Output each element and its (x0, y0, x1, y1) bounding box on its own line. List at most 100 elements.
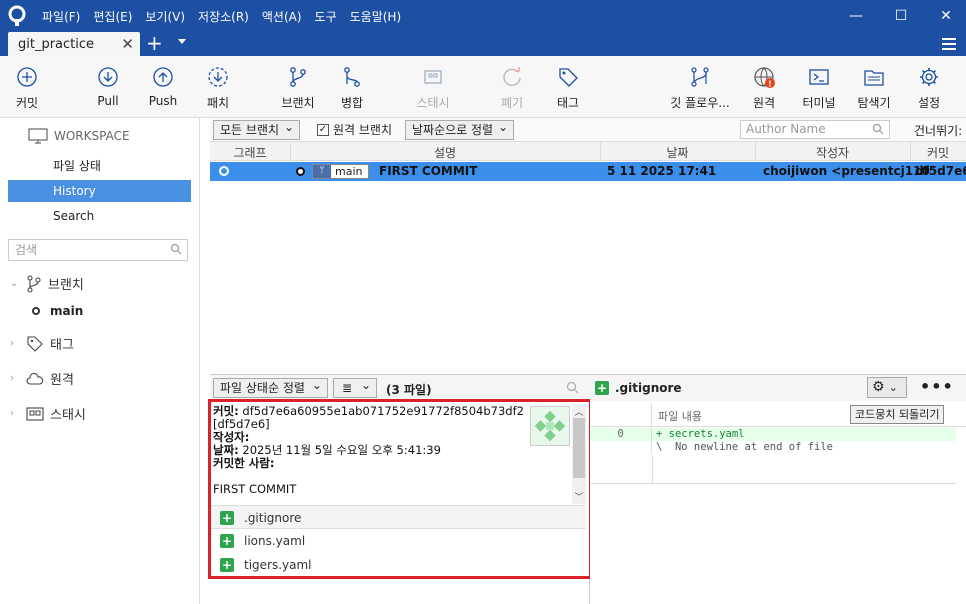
branch-icon (290, 67, 306, 87)
tag-icon (27, 335, 43, 352)
sidebar-item-search[interactable]: Search (8, 205, 191, 227)
branch-button[interactable]: 브랜치 (276, 56, 320, 118)
gear-icon (920, 68, 938, 86)
col-description[interactable]: 설명 (290, 144, 600, 161)
terminal-icon (809, 69, 829, 85)
pull-label: Pull (97, 94, 119, 108)
hamburger-menu-icon[interactable] (942, 38, 956, 50)
remote-button[interactable]: ! 원격 (744, 56, 784, 118)
menu-view[interactable]: 보기(V) (145, 8, 185, 25)
head-indicator-icon (296, 167, 305, 176)
menu-file[interactable]: 파일(F) (42, 8, 80, 25)
remote-branches-label: 원격 브랜치 (333, 123, 393, 137)
section-stashes[interactable]: › 스태시 (10, 404, 86, 423)
menu-help[interactable]: 도움말(H) (350, 8, 402, 25)
merge-button[interactable]: 병합 (330, 56, 374, 118)
push-button[interactable]: Push (140, 56, 186, 118)
menu-bar: 파일(F) 편집(E) 보기(V) 저장소(R) 액션(A) 도구 도움말(H) (42, 8, 401, 25)
diff-line: 0 + secrets.yaml (590, 428, 956, 441)
minimize-button[interactable]: — (846, 6, 866, 26)
maximize-button[interactable]: ☐ (891, 6, 911, 26)
col-commit[interactable]: 커밋 (910, 144, 966, 161)
revert-hunk-button[interactable]: 코드뭉치 되돌리기 (850, 405, 945, 424)
branch-badge-icon: ᛘ (313, 165, 331, 178)
section-branches[interactable]: ⌄ 브랜치 (10, 274, 84, 293)
sidebar-branch-main[interactable]: main (32, 304, 83, 318)
merge-label: 병합 (340, 96, 364, 110)
close-window-button[interactable]: ✕ (936, 6, 956, 26)
tag-button[interactable]: 태그 (546, 56, 590, 118)
commit-button[interactable]: 커밋 (4, 56, 50, 118)
remote-branches-checkbox[interactable]: ✓ 원격 브랜치 (317, 121, 392, 138)
author-name-input[interactable]: Author Name (740, 120, 890, 139)
branch-filter-dropdown[interactable]: 모든 브랜치 (213, 118, 301, 140)
fetch-icon (208, 67, 228, 87)
skip-label: 건너뛰기: (914, 124, 963, 138)
stash-icon (424, 70, 442, 84)
tab-dropdown-icon[interactable] (178, 39, 186, 44)
commit-icon (17, 67, 37, 87)
menu-actions[interactable]: 액션(A) (262, 8, 302, 25)
history-filter-bar: 모든 브랜치 ✓ 원격 브랜치 날짜순으로 정렬 Author Name 건너뛰… (210, 118, 966, 142)
more-options-icon[interactable]: ••• (920, 377, 954, 396)
tab-git-practice[interactable]: git_practice ✕ (8, 32, 140, 56)
diff-line: \ No newline at end of file (590, 441, 956, 454)
branch-badge-text: main (335, 165, 363, 178)
stash-button[interactable]: 스태시 (408, 56, 458, 118)
commit-author: choijiwon <presentcj110 (763, 164, 930, 178)
sidebar-search-input[interactable]: 검색 (8, 239, 188, 261)
view-mode-dropdown[interactable]: ≣ (333, 376, 377, 398)
author-placeholder: Author Name (746, 122, 826, 136)
add-tab-icon[interactable]: + (146, 33, 163, 53)
section-tags[interactable]: › 태그 (10, 334, 74, 353)
col-author[interactable]: 작성자 (755, 144, 910, 161)
fetch-button[interactable]: 패치 (196, 56, 240, 118)
search-icon[interactable] (566, 381, 579, 394)
line-number: 0 (590, 428, 652, 441)
checkbox-checked-icon: ✓ (317, 123, 329, 136)
tab-close-icon[interactable]: ✕ (121, 35, 134, 53)
sidebar-item-file-status[interactable]: 파일 상태 (8, 155, 191, 177)
tags-label: 태그 (50, 338, 74, 353)
commit-label: 커밋 (15, 96, 39, 110)
hunk-header: 파일 내용 코드뭉치 되돌리기 (590, 403, 966, 427)
section-remotes[interactable]: › 원격 (10, 369, 74, 388)
search-icon (872, 123, 884, 135)
menu-repository[interactable]: 저장소(R) (198, 8, 249, 25)
workspace-label: WORKSPACE (54, 129, 130, 143)
graph-node-icon (219, 166, 229, 176)
branch-icon (27, 274, 41, 293)
workspace-header: WORKSPACE (28, 128, 130, 144)
line-gutter (590, 403, 652, 427)
commit-table-header: 그래프 설명 날짜 작성자 커밋 (210, 142, 966, 161)
fetch-label: 패치 (206, 96, 230, 110)
line-code: \ No newline at end of file (656, 441, 834, 453)
discard-button[interactable]: 폐기 (490, 56, 534, 118)
title-bar: 파일(F) 편집(E) 보기(V) 저장소(R) 액션(A) 도구 도움말(H)… (0, 0, 966, 32)
file-sort-dropdown[interactable]: 파일 상태순 정렬 (213, 376, 328, 398)
branch-main-label: main (50, 304, 84, 318)
col-date[interactable]: 날짜 (600, 144, 755, 161)
gitflow-button[interactable]: 깃 플로우... (667, 56, 733, 118)
file-count: (3 파일) (386, 383, 432, 397)
settings-button[interactable]: 설정 (907, 56, 951, 118)
file-list-toolbar: 파일 상태순 정렬 ≣ (3 파일) (210, 375, 590, 401)
diff-filename: .gitignore (615, 381, 682, 395)
chevron-right-icon: › (10, 338, 14, 349)
terminal-button[interactable]: 터미널 (797, 56, 841, 118)
col-graph[interactable]: 그래프 (210, 144, 290, 161)
chevron-right-icon: › (10, 408, 14, 419)
menu-edit[interactable]: 편집(E) (93, 8, 132, 25)
pull-button[interactable]: Pull (86, 56, 130, 118)
settings-label: 설정 (917, 96, 941, 110)
diff-options-dropdown[interactable]: ⚙ ⌄ (867, 377, 907, 398)
chevron-down-icon: ⌄ (888, 381, 898, 394)
explorer-button[interactable]: 탐색기 (852, 56, 896, 118)
folder-icon (864, 70, 884, 86)
commit-row[interactable]: ᛘ main FIRST COMMIT 5 11 2025 17:41 choi… (210, 162, 966, 181)
explorer-label: 탐색기 (857, 96, 891, 110)
sort-dropdown[interactable]: 날짜순으로 정렬 (405, 118, 515, 140)
sidebar-item-history[interactable]: History (8, 180, 191, 202)
terminal-label: 터미널 (802, 96, 836, 110)
menu-tools[interactable]: 도구 (315, 8, 337, 25)
